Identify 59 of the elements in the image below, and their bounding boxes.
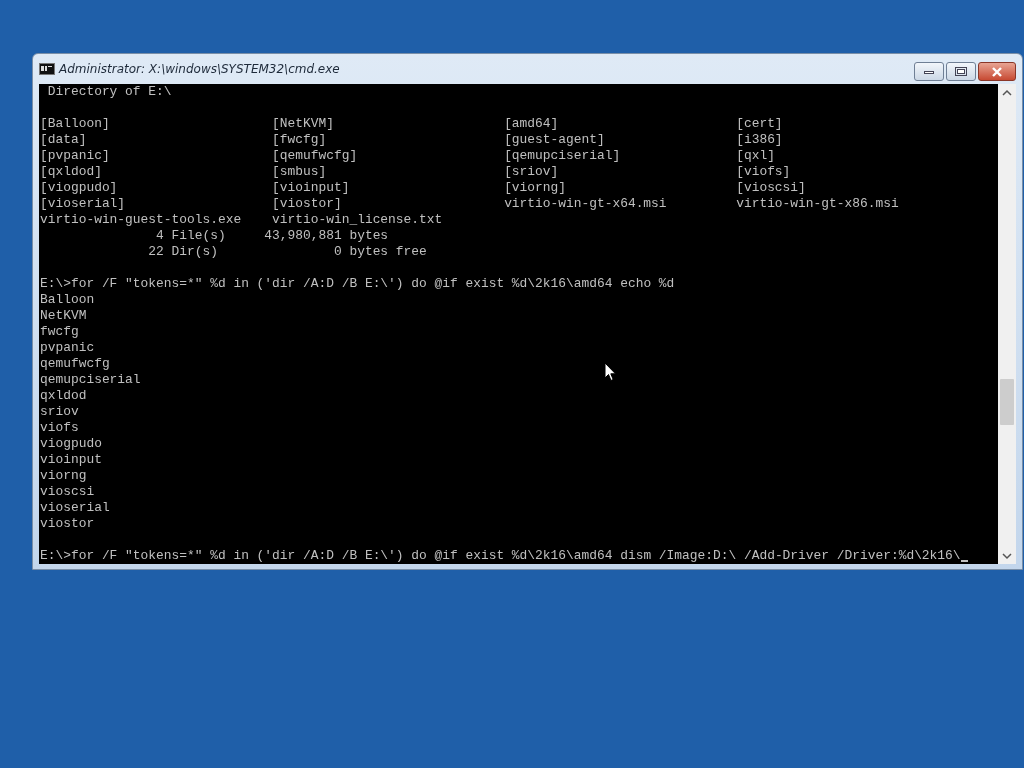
directory-entry: [data] — [40, 132, 87, 147]
directory-entry: virtio-win-gt-x64.msi — [504, 196, 667, 211]
directory-entry: [viostor] — [272, 196, 342, 211]
console-line: viofs — [40, 420, 79, 436]
directory-entry: [guest-agent] — [504, 132, 605, 147]
directory-entry: [pvpanic] — [40, 148, 110, 163]
console-line: pvpanic — [40, 340, 95, 356]
console-line: qxldod — [40, 388, 87, 404]
console-line: 4 File(s) 43,980,881 bytes — [155, 228, 389, 244]
directory-entry: virtio-win-gt-x86.msi — [736, 196, 899, 211]
directory-entry: [smbus] — [272, 164, 327, 179]
directory-entry: [Balloon] — [40, 116, 110, 131]
maximize-button[interactable] — [946, 62, 976, 81]
scroll-thumb[interactable] — [1000, 379, 1014, 425]
directory-entry: [NetKVM] — [272, 116, 334, 131]
directory-entry: [qemufwcfg] — [272, 148, 358, 163]
console-line: fwcfg — [40, 324, 79, 340]
directory-entry: [vioinput] — [272, 180, 350, 195]
directory-entry: [amd64] — [504, 116, 559, 131]
directory-entry: [vioserial] — [40, 196, 126, 211]
directory-entry: [cert] — [736, 116, 783, 131]
scroll-up-icon[interactable] — [1002, 89, 1012, 97]
command-line: E:\>for /F "tokens=*" %d in ('dir /A:D /B E:\') do @if exist %d\2k16\amd64 dism /Image:D:\ /Add-Driver /Driver:%d\2k16\ — [40, 548, 961, 564]
directory-entry: [viogpudo] — [40, 180, 118, 195]
console-line: Directory of E:\ — [46, 84, 172, 100]
console-line: NetKVM — [40, 308, 87, 324]
scroll-down-icon[interactable] — [1002, 552, 1012, 560]
minimize-button[interactable] — [914, 62, 944, 81]
console-line: 22 Dir(s) 0 bytes free — [147, 244, 427, 260]
directory-entry: [i386] — [736, 132, 783, 147]
console-line: viostor — [40, 516, 95, 532]
text-cursor — [960, 560, 969, 562]
maximize-icon — [955, 67, 967, 76]
close-icon — [991, 66, 1003, 77]
directory-entry: [viorng] — [504, 180, 566, 195]
directory-entry: virtio-win-guest-tools.exe — [40, 212, 242, 227]
directory-entry: [qxldod] — [40, 164, 102, 179]
scrollbar[interactable] — [998, 84, 1016, 564]
directory-entry: virtio-win_license.txt — [272, 212, 443, 227]
window-title: Administrator: X:\windows\SYSTEM32\cmd.exe — [59, 62, 341, 76]
directory-entry: [sriov] — [504, 164, 559, 179]
console-line: viogpudo — [40, 436, 102, 452]
console-line: Balloon — [40, 292, 95, 308]
console-app-icon — [39, 63, 55, 75]
close-button[interactable] — [978, 62, 1016, 81]
directory-entry: [qemupciserial] — [504, 148, 621, 163]
console-line: qemufwcfg — [40, 356, 110, 372]
console-line: vioserial — [40, 500, 110, 516]
console-line: vioscsi — [40, 484, 95, 500]
console-line: vioinput — [40, 452, 102, 468]
console-line: viorng — [40, 468, 87, 484]
console-line: E:\>for /F "tokens=*" %d in ('dir /A:D /B E:\') do @if exist %d\2k16\amd64 echo %d — [40, 276, 675, 292]
directory-entry: [viofs] — [736, 164, 791, 179]
console-line: qemupciserial — [40, 372, 141, 388]
directory-entry: [qxl] — [736, 148, 775, 163]
directory-entry: [fwcfg] — [272, 132, 327, 147]
directory-entry: [vioscsi] — [736, 180, 806, 195]
mouse-pointer-icon — [604, 362, 617, 382]
console-line: sriov — [40, 404, 79, 420]
